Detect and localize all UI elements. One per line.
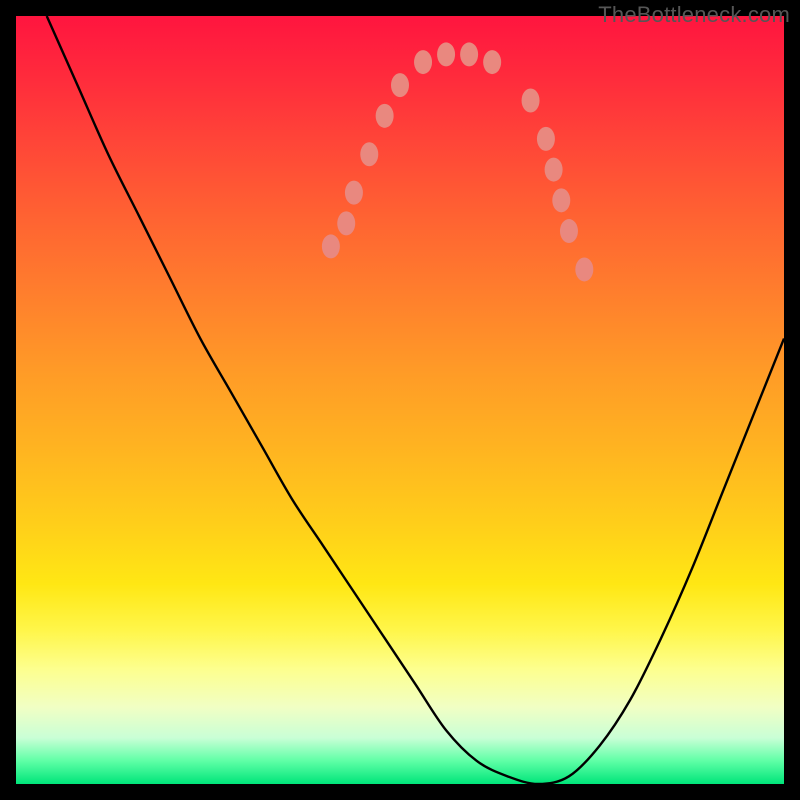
marker-dot — [391, 73, 409, 97]
marker-dot — [360, 142, 378, 166]
chart-stage: TheBottleneck.com — [0, 0, 800, 800]
marker-dot — [414, 50, 432, 74]
marker-dot — [376, 104, 394, 128]
marker-dot — [560, 219, 578, 243]
marker-dot — [337, 211, 355, 235]
plot-area — [16, 16, 784, 784]
watermark: TheBottleneck.com — [598, 2, 790, 28]
marker-dot — [552, 188, 570, 212]
marker-dot — [437, 42, 455, 66]
marker-dot — [575, 257, 593, 281]
marker-dot — [522, 88, 540, 112]
marker-dot — [460, 42, 478, 66]
marker-dot — [537, 127, 555, 151]
marker-dot — [345, 181, 363, 205]
marker-dot — [483, 50, 501, 74]
marker-layer — [16, 16, 784, 784]
marker-dot — [545, 158, 563, 182]
marker-dot — [322, 234, 340, 258]
